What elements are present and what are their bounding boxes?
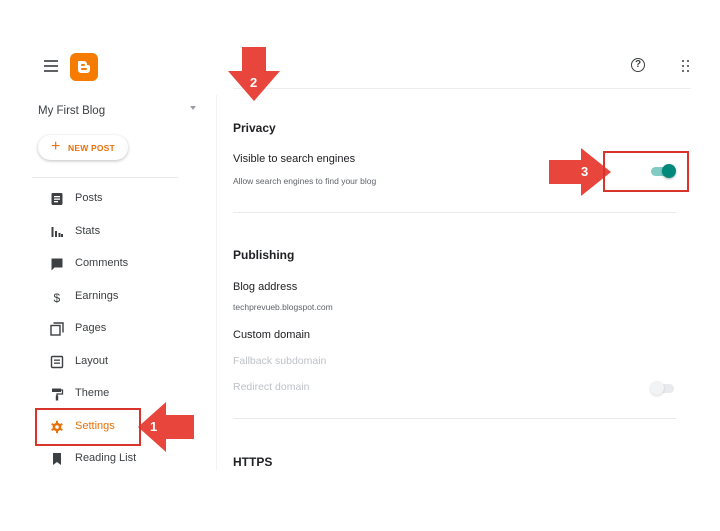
sidebar-item-label: Reading List (75, 452, 137, 464)
sidebar-item-comments[interactable]: Comments (38, 253, 198, 275)
posts-icon (51, 193, 63, 205)
redirect-domain-toggle (650, 381, 676, 395)
sidebar-item-stats[interactable]: Stats (38, 221, 198, 243)
top-bar: ? (0, 0, 720, 90)
caret-down-icon (190, 106, 196, 110)
publishing-heading: Publishing (233, 248, 295, 262)
annotation-highlight-toggle (603, 151, 689, 192)
sidebar-item-layout[interactable]: Layout (38, 351, 198, 373)
visible-to-search-desc: Allow search engines to find your blog (233, 176, 377, 186)
annotation-number-3: 3 (581, 164, 589, 179)
help-icon[interactable]: ? (631, 58, 645, 72)
visible-to-search-label[interactable]: Visible to search engines (233, 153, 355, 165)
sidebar-divider (32, 177, 178, 178)
sidebar-border (216, 95, 217, 470)
annotation-arrow-1 (138, 402, 194, 452)
redirect-domain-label: Redirect domain (233, 381, 310, 393)
sidebar-item-earnings[interactable]: $ Earnings (38, 286, 198, 308)
blog-address-value: techprevueb.blogspot.com (233, 302, 333, 312)
https-heading: HTTPS (233, 455, 273, 469)
paint-roller-icon (52, 388, 64, 401)
sidebar-item-pages[interactable]: Pages (38, 318, 198, 340)
sidebar-item-label: Comments (75, 257, 129, 269)
apps-grid-icon[interactable] (682, 60, 690, 72)
annotation-arrow-3 (549, 148, 611, 196)
stats-icon (51, 227, 63, 237)
plus-icon: + (51, 138, 61, 155)
sidebar-item-label: Layout (75, 355, 109, 367)
annotation-highlight-settings (35, 408, 141, 446)
top-divider (233, 88, 691, 89)
svg-text:$: $ (54, 291, 61, 304)
sidebar-item-label: Posts (75, 192, 103, 204)
sidebar-item-label: Stats (75, 225, 101, 237)
new-post-label: NEW POST (68, 143, 115, 153)
blog-address-label[interactable]: Blog address (233, 281, 297, 293)
comments-icon (51, 258, 63, 271)
blogger-b-icon (78, 61, 90, 73)
sidebar-item-label: Theme (75, 387, 110, 399)
custom-domain-label[interactable]: Custom domain (233, 329, 310, 341)
new-post-button[interactable]: + NEW POST (38, 135, 128, 160)
fallback-subdomain-label: Fallback subdomain (233, 355, 327, 367)
annotation-number-1: 1 (150, 419, 158, 434)
sidebar-item-posts[interactable]: Posts (38, 188, 198, 210)
blogger-logo[interactable] (70, 53, 98, 81)
sidebar-item-label: Pages (75, 322, 107, 334)
section-divider (233, 418, 676, 419)
privacy-heading: Privacy (233, 121, 276, 135)
sidebar-item-label: Earnings (75, 290, 119, 302)
blog-name: My First Blog (38, 105, 106, 117)
pages-icon (50, 322, 64, 336)
blog-selector[interactable]: My First Blog (38, 101, 198, 117)
layout-icon (50, 355, 64, 369)
section-divider (233, 212, 676, 213)
hamburger-menu-icon[interactable] (44, 60, 58, 72)
annotation-arrow-2 (228, 47, 280, 101)
dollar-icon: $ (54, 291, 61, 304)
bookmark-icon (53, 453, 61, 465)
annotation-number-2: 2 (250, 75, 258, 90)
